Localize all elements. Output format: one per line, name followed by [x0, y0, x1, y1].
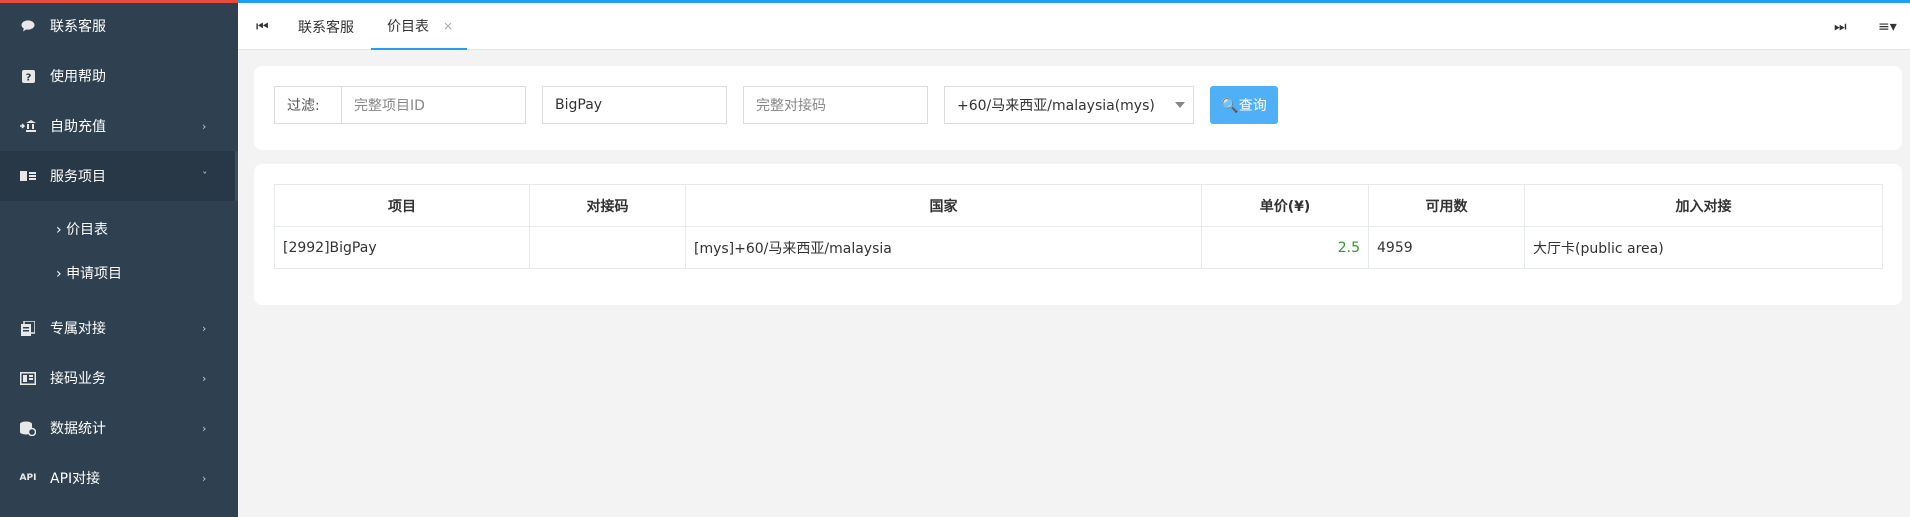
sidebar-item-api[interactable]: API API对接 › [0, 453, 238, 503]
tab-next-icon[interactable]: ⏭ [1834, 3, 1847, 50]
table-header-row: 项目 对接码 国家 单价(¥) 可用数 加入对接 [274, 184, 1883, 227]
col-header-available: 可用数 [1368, 184, 1525, 227]
code-input[interactable]: 完整对接码 [743, 86, 928, 124]
sidebar-subitem-apply-project[interactable]: › 申请项目 [0, 251, 238, 295]
table-row[interactable]: [2992]BigPay [mys]+60/马来西亚/malaysia 2.5 … [274, 226, 1883, 269]
sidebar-item-label: 服务项目 [50, 169, 106, 185]
sidebar-subitem-label: › 价目表 [56, 219, 108, 239]
cell-join[interactable]: 大厅卡(public area) [1524, 226, 1883, 269]
sidebar-item-label: 数据统计 [50, 421, 106, 437]
sidebar-subitem-text: 申请项目 [66, 266, 123, 282]
help-icon: ? [20, 68, 36, 84]
svg-text:?: ? [25, 72, 31, 83]
stats-icon [20, 420, 36, 436]
country-select-value: +60/马来西亚/malaysia(mys) [957, 98, 1155, 114]
sms-code-icon [20, 370, 36, 386]
col-header-price: 单价(¥) [1201, 184, 1369, 227]
tab-menu-icon[interactable]: ≡▾ [1878, 3, 1897, 50]
query-button[interactable]: 🔍查询 [1210, 86, 1278, 124]
sidebar-item-label: 使用帮助 [50, 69, 106, 85]
sidebar: 联系客服 ? 使用帮助 自助充值 › 服务项目 ˇ › 价目表 › 申请项目 专… [0, 0, 238, 517]
sidebar-subitem-label: › 申请项目 [56, 263, 122, 283]
cell-project: [2992]BigPay [274, 226, 530, 269]
col-header-project: 项目 [274, 184, 530, 227]
filter-label: 过滤: [274, 86, 342, 124]
tab-label: 联系客服 [298, 19, 354, 36]
project-id-input[interactable]: 完整项目ID [341, 86, 526, 124]
dropdown-caret-icon [1175, 102, 1185, 108]
tab-label: 价目表 [387, 18, 429, 35]
chat-icon [20, 18, 36, 34]
sidebar-subitem-text: 价目表 [66, 222, 109, 238]
cell-price: 2.5 [1201, 226, 1369, 269]
chevron-right-icon: › [202, 471, 207, 485]
chevron-down-icon: ˇ [202, 169, 208, 183]
chevron-right-icon: › [56, 266, 62, 282]
tab-bar: ⏮ 联系客服 价目表 × ⏭ ≡▾ [238, 0, 1910, 50]
chevron-right-icon: › [56, 222, 62, 238]
sidebar-item-label: 专属对接 [50, 321, 106, 337]
sidebar-item-label: 联系客服 [50, 19, 106, 35]
chevron-right-icon: › [202, 321, 207, 335]
project-name-input[interactable]: BigPay [542, 86, 727, 124]
tab-contact-support[interactable]: 联系客服 [298, 3, 354, 50]
sidebar-item-help[interactable]: ? 使用帮助 [0, 51, 238, 101]
sidebar-item-label: 接码业务 [50, 371, 106, 387]
tab-price-list[interactable]: 价目表 × [371, 3, 467, 50]
sidebar-item-label: 自助充值 [50, 119, 106, 135]
chevron-right-icon: › [202, 421, 207, 435]
col-header-join: 加入对接 [1524, 184, 1883, 227]
sidebar-item-services[interactable]: 服务项目 ˇ [0, 151, 238, 201]
dedicated-icon [20, 320, 36, 336]
api-icon: API [19, 473, 37, 483]
recharge-icon [20, 118, 36, 134]
col-header-country: 国家 [685, 184, 1202, 227]
sidebar-item-sms-code[interactable]: 接码业务 › [0, 353, 238, 403]
sidebar-item-label: API对接 [50, 471, 101, 487]
cell-available: 4959 [1368, 226, 1525, 269]
sidebar-item-recharge[interactable]: 自助充值 › [0, 101, 238, 151]
country-select[interactable]: +60/马来西亚/malaysia(mys) [944, 86, 1194, 124]
col-header-code: 对接码 [529, 184, 686, 227]
cell-country: [mys]+60/马来西亚/malaysia [685, 226, 1202, 269]
sidebar-item-dedicated[interactable]: 专属对接 › [0, 303, 238, 353]
chevron-right-icon: › [202, 119, 207, 133]
sidebar-subitem-price-list[interactable]: › 价目表 [0, 207, 238, 251]
chevron-right-icon: › [202, 371, 207, 385]
sidebar-item-contact-support[interactable]: 联系客服 [0, 1, 238, 51]
tab-prev-icon[interactable]: ⏮ [256, 3, 269, 50]
sidebar-item-statistics[interactable]: 数据统计 › [0, 403, 238, 453]
price-table: 项目 对接码 国家 单价(¥) 可用数 加入对接 [2992]BigPay [m… [274, 184, 1883, 269]
service-icon [20, 168, 36, 184]
close-icon[interactable]: × [443, 19, 453, 33]
cell-code [529, 226, 686, 269]
